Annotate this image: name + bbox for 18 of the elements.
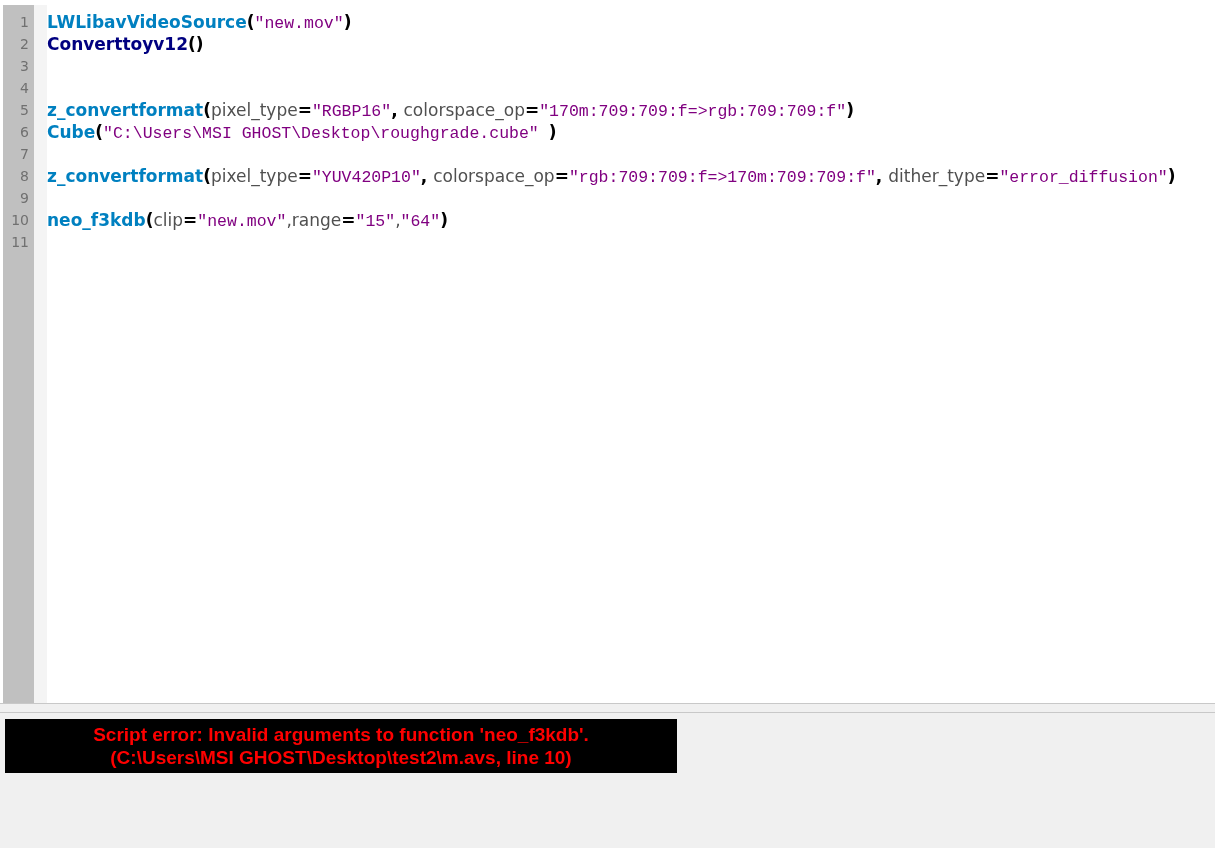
line-number: 11 [10,233,30,252]
line-number: 6 [19,123,30,142]
line-number: 10 [10,211,30,230]
code-line: z_convertformat(pixel_type="RGBP16", colorspace_op="170m:709:709:f=>rgb:709:709:f") [47,99,855,121]
error-message: Script error: Invalid arguments to function 'neo_f3kdb'. (C:\Users\MSI GHOST\Desktop\test2\m.avs, line 10) [5,719,677,773]
code-line: neo_f3kdb(clip="new.mov",range="15","64") [47,209,449,231]
code-line: LWLibavVideoSource("new.mov") [47,11,353,33]
code-line: Converttoyv12() [47,33,205,55]
line-number: 7 [19,145,30,164]
line-number: 3 [19,57,30,76]
line-number: 8 [19,167,30,186]
code-line: Cube("C:\Users\MSI GHOST\Desktop\roughgrade.cube" ) [47,121,558,143]
line-number: 2 [19,35,30,54]
line-number: 4 [19,79,30,98]
line-number: 5 [19,101,30,120]
line-number: 9 [19,189,30,208]
line-number: 1 [19,13,30,32]
code-line: z_convertformat(pixel_type="YUV420P10", colorspace_op="rgb:709:709:f=>170m:709:709:f", dither_type="error_diffusion") [47,165,1177,187]
